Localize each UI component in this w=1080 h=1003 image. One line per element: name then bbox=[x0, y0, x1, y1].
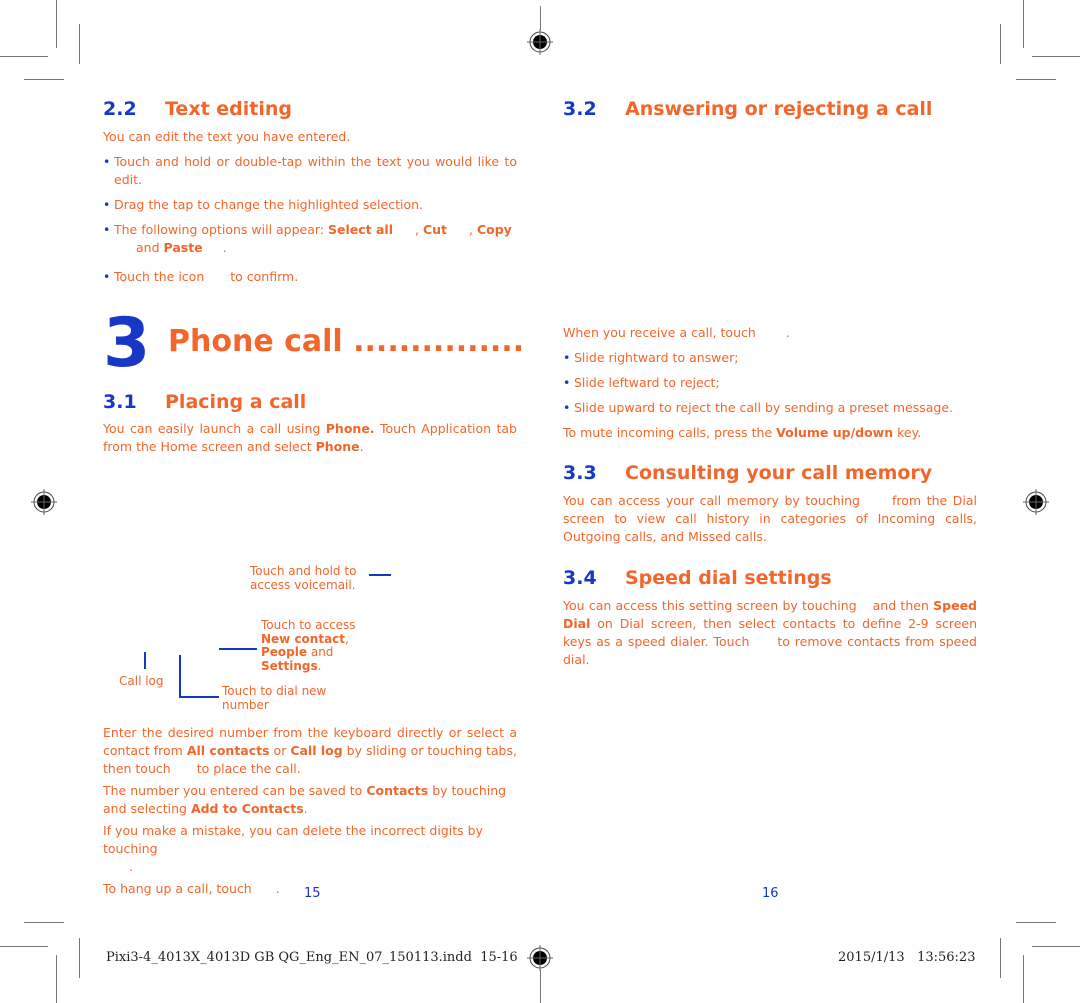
paragraph: You can access this setting screen by to… bbox=[563, 598, 977, 667]
crop-mark bbox=[79, 938, 80, 978]
callout-voicemail: Touch and hold to access voicemail. bbox=[250, 564, 357, 592]
bullet-icon: • bbox=[103, 197, 111, 212]
bullet-icon: • bbox=[563, 400, 571, 415]
crop-mark bbox=[56, 0, 57, 48]
crop-mark bbox=[1016, 922, 1056, 923]
crop-mark bbox=[540, 6, 541, 30]
crop-mark bbox=[24, 79, 64, 80]
list-item: • Slide upward to reject the call by send… bbox=[563, 400, 953, 415]
crop-mark bbox=[1023, 955, 1024, 1003]
cut-label: Cut bbox=[422, 222, 448, 237]
left-page: 2.2 Text editing You can edit the text yo… bbox=[103, 98, 517, 293]
crop-mark bbox=[1000, 24, 1001, 64]
paragraph: To mute incoming calls, press the Volume… bbox=[563, 425, 922, 440]
slug-timestamp: 2015/1/13 13:56:23 bbox=[838, 950, 976, 965]
placing-call-instructions: Enter the desired number from the keyboa… bbox=[103, 724, 517, 898]
list-item: • Slide leftward to reject; bbox=[563, 375, 720, 390]
section-title: Text editing bbox=[165, 98, 292, 120]
bullet-icon: • bbox=[103, 269, 111, 284]
list-item: • Touch and hold or double-tap within the… bbox=[103, 154, 517, 187]
page-number: 16 bbox=[762, 886, 779, 901]
crop-mark bbox=[56, 955, 57, 1003]
paragraph: The number you entered can be saved to C… bbox=[103, 783, 507, 816]
callout-line bbox=[179, 655, 181, 697]
section-number: 3.4 bbox=[563, 567, 597, 589]
section-speed-dial: 3.4 Speed dial settings You can access th… bbox=[563, 567, 977, 669]
section-placing-call: 3.1 Placing a call You can easily launch … bbox=[103, 391, 517, 456]
crop-mark bbox=[540, 970, 541, 1003]
paragraph: If you make a mistake, you can delete th… bbox=[103, 823, 483, 874]
callout-call-log: Call log bbox=[119, 674, 164, 688]
chapter-number: 3 bbox=[103, 304, 151, 383]
list-item: • Drag the tap to change the highlighted … bbox=[103, 197, 423, 212]
paragraph: You can access your call memory by touch… bbox=[563, 493, 977, 544]
section-title: Consulting your call memory bbox=[625, 462, 933, 484]
bullet-icon: • bbox=[103, 154, 111, 169]
registration-mark-icon bbox=[527, 29, 553, 55]
answering-content: When you receive a call, touch. • Slide r… bbox=[563, 324, 977, 442]
select-all-label: Select all bbox=[328, 222, 393, 237]
crop-mark bbox=[1016, 79, 1056, 80]
crop-mark bbox=[1032, 56, 1080, 57]
section-heading-text-editing: 2.2 Text editing bbox=[103, 98, 517, 120]
paragraph: You can edit the text you have entered. bbox=[103, 129, 351, 144]
bullet-icon: • bbox=[103, 222, 111, 237]
section-heading: 3.3 Consulting your call memory bbox=[563, 462, 977, 484]
page-number: 15 bbox=[304, 886, 321, 901]
callout-menu: Touch to access New contact, People and … bbox=[261, 618, 356, 673]
callout-dial-new: Touch to dial new number bbox=[222, 684, 327, 712]
paragraph: When you receive a call, touch. bbox=[563, 325, 790, 340]
section-number: 3.1 bbox=[103, 391, 137, 413]
crop-mark bbox=[0, 946, 48, 947]
bullet-icon: • bbox=[563, 375, 571, 390]
crop-mark bbox=[1032, 946, 1080, 947]
callout-line bbox=[144, 652, 146, 669]
section-number: 3.3 bbox=[563, 462, 597, 484]
section-heading: 3.4 Speed dial settings bbox=[563, 567, 977, 589]
section-title: Placing a call bbox=[165, 391, 307, 413]
section-heading: 3.2 Answering or rejecting a call bbox=[563, 98, 977, 120]
callout-line bbox=[219, 648, 257, 650]
bullet-icon: • bbox=[563, 350, 571, 365]
list-item: • The following options will appear: Sele… bbox=[103, 222, 512, 255]
crop-mark bbox=[1000, 938, 1001, 978]
chapter-title: Phone call ............... bbox=[168, 324, 525, 359]
paste-label: Paste bbox=[163, 240, 203, 255]
registration-mark-icon bbox=[1023, 489, 1049, 515]
section-answering: 3.2 Answering or rejecting a call bbox=[563, 98, 977, 120]
list-item: • Touch the icon to confirm. bbox=[103, 269, 299, 284]
section-title: Answering or rejecting a call bbox=[625, 98, 933, 120]
section-title: Speed dial settings bbox=[625, 567, 832, 589]
callout-line bbox=[369, 574, 391, 576]
copy-label: Copy bbox=[476, 222, 512, 237]
crop-mark bbox=[1023, 0, 1024, 48]
section-call-memory: 3.3 Consulting your call memory You can a… bbox=[563, 462, 977, 546]
crop-mark bbox=[0, 56, 48, 57]
paragraph: You can easily launch a call using Phone… bbox=[103, 421, 517, 454]
crop-mark bbox=[79, 24, 80, 64]
section-number: 2.2 bbox=[103, 98, 137, 120]
slug-filename: Pixi3-4_4013X_4013D GB QG_Eng_EN_07_1501… bbox=[106, 950, 518, 965]
section-heading: 3.1 Placing a call bbox=[103, 391, 517, 413]
section-number: 3.2 bbox=[563, 98, 597, 120]
callout-line bbox=[179, 696, 219, 698]
registration-mark-icon bbox=[31, 489, 57, 515]
registration-mark-icon bbox=[527, 945, 553, 971]
crop-mark bbox=[24, 922, 64, 923]
list-item: • Slide rightward to answer; bbox=[563, 350, 739, 365]
paragraph: Enter the desired number from the keyboa… bbox=[103, 725, 517, 776]
